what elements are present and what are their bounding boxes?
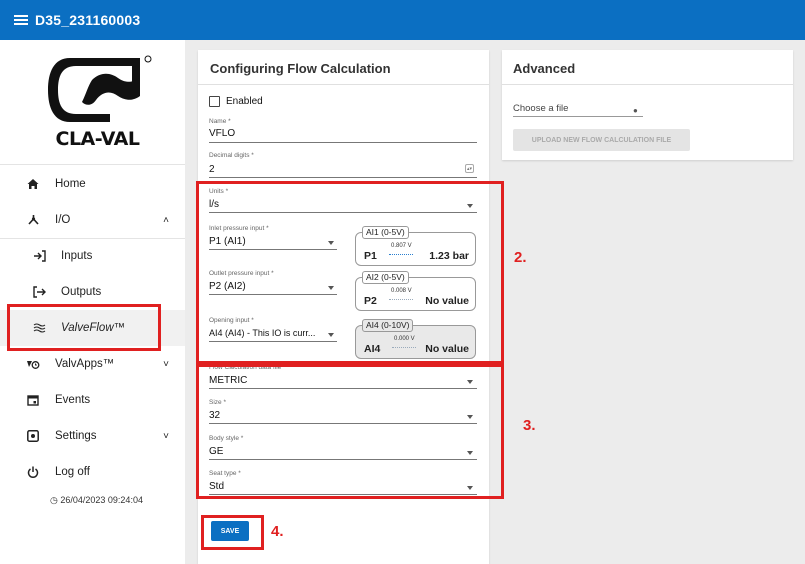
highlight-step-4 [201,515,264,550]
sidebar-item-events[interactable]: Events [0,382,185,418]
step-3-label: 3. [523,417,536,434]
chevron-up-icon: ˄ [163,214,169,226]
chevron-down-icon: ˅ [163,358,169,370]
sidebar-item-label: Inputs [61,250,93,262]
login-arrow-icon [32,249,46,263]
highlight-step-2 [196,181,504,364]
paperclip-icon: ● [633,106,638,115]
enabled-checkbox[interactable] [209,96,220,107]
highlight-valveflow [7,304,161,351]
number-spinner-icon[interactable]: ▴▾ [465,164,474,173]
decimal-field-label: Decimal digits * [209,152,254,159]
logo-mark-icon [48,55,152,122]
sidebar: CLA-VAL Home I/O ˄ Inputs Outputs ValveF… [0,40,185,564]
step-2-label: 2. [514,249,527,266]
file-placeholder: Choose a file [513,103,569,114]
menu-icon[interactable] [14,15,28,25]
cla-val-logo: CLA-VAL [40,54,155,154]
top-bar: D35_231160003 [0,0,805,40]
sidebar-item-settings[interactable]: Settings ˅ [0,418,185,454]
sidebar-item-label: Events [55,394,91,406]
calendar-icon [26,393,40,407]
sidebar-item-logoff[interactable]: Log off [0,454,185,490]
card-title: Configuring Flow Calculation [210,61,391,76]
sidebar-item-io[interactable]: I/O ˄ [0,202,185,238]
app-title: D35_231160003 [35,12,141,28]
enabled-label: Enabled [226,96,263,107]
name-field-label: Name * [209,118,231,125]
sidebar-item-home[interactable]: Home [0,166,185,202]
logo-text: CLA-VAL [55,128,141,150]
advanced-card: Advanced Choose a file ● UPLOAD NEW FLOW… [502,50,793,160]
sidebar-item-label: Home [55,178,86,190]
card-divider [198,84,489,85]
home-icon [26,177,40,191]
sidebar-item-label: Outputs [61,286,102,298]
card-title: Advanced [513,61,576,76]
name-value: VFLO [209,128,236,139]
field-underline [209,177,477,178]
sidebar-item-label: I/O [55,214,71,226]
decimal-digits-field[interactable]: 2 ▴▾ [209,160,477,178]
highlight-step-3 [196,364,504,499]
decimal-value: 2 [209,164,215,175]
sidebar-item-label: ValvApps™ [55,358,115,370]
chevron-down-icon: ˅ [163,430,169,442]
valvapps-icon [26,357,40,371]
step-4-label: 4. [271,523,284,540]
choose-file-input[interactable]: Choose a file ● [513,100,643,118]
sidebar-item-valvapps[interactable]: ValvApps™ ˅ [0,346,185,382]
field-underline [209,142,477,143]
clock-icon: ◷ [50,495,58,505]
sidebar-item-inputs[interactable]: Inputs [0,238,185,274]
sidebar-item-label: Settings [55,430,97,442]
io-hub-icon [26,213,40,227]
last-update-timestamp: ◷ 26/04/2023 09:24:04 [50,495,143,506]
name-field[interactable]: VFLO [209,126,477,144]
sidebar-item-label: Log off [55,466,90,478]
settings-box-icon [26,429,40,443]
nav-divider [0,164,185,165]
field-underline [513,116,643,117]
power-icon [26,465,40,479]
card-divider [502,84,793,85]
upload-flow-file-button[interactable]: UPLOAD NEW FLOW CALCULATION FILE [513,129,690,151]
logout-arrow-icon [32,285,46,299]
timestamp-text: 26/04/2023 09:24:04 [60,495,143,505]
